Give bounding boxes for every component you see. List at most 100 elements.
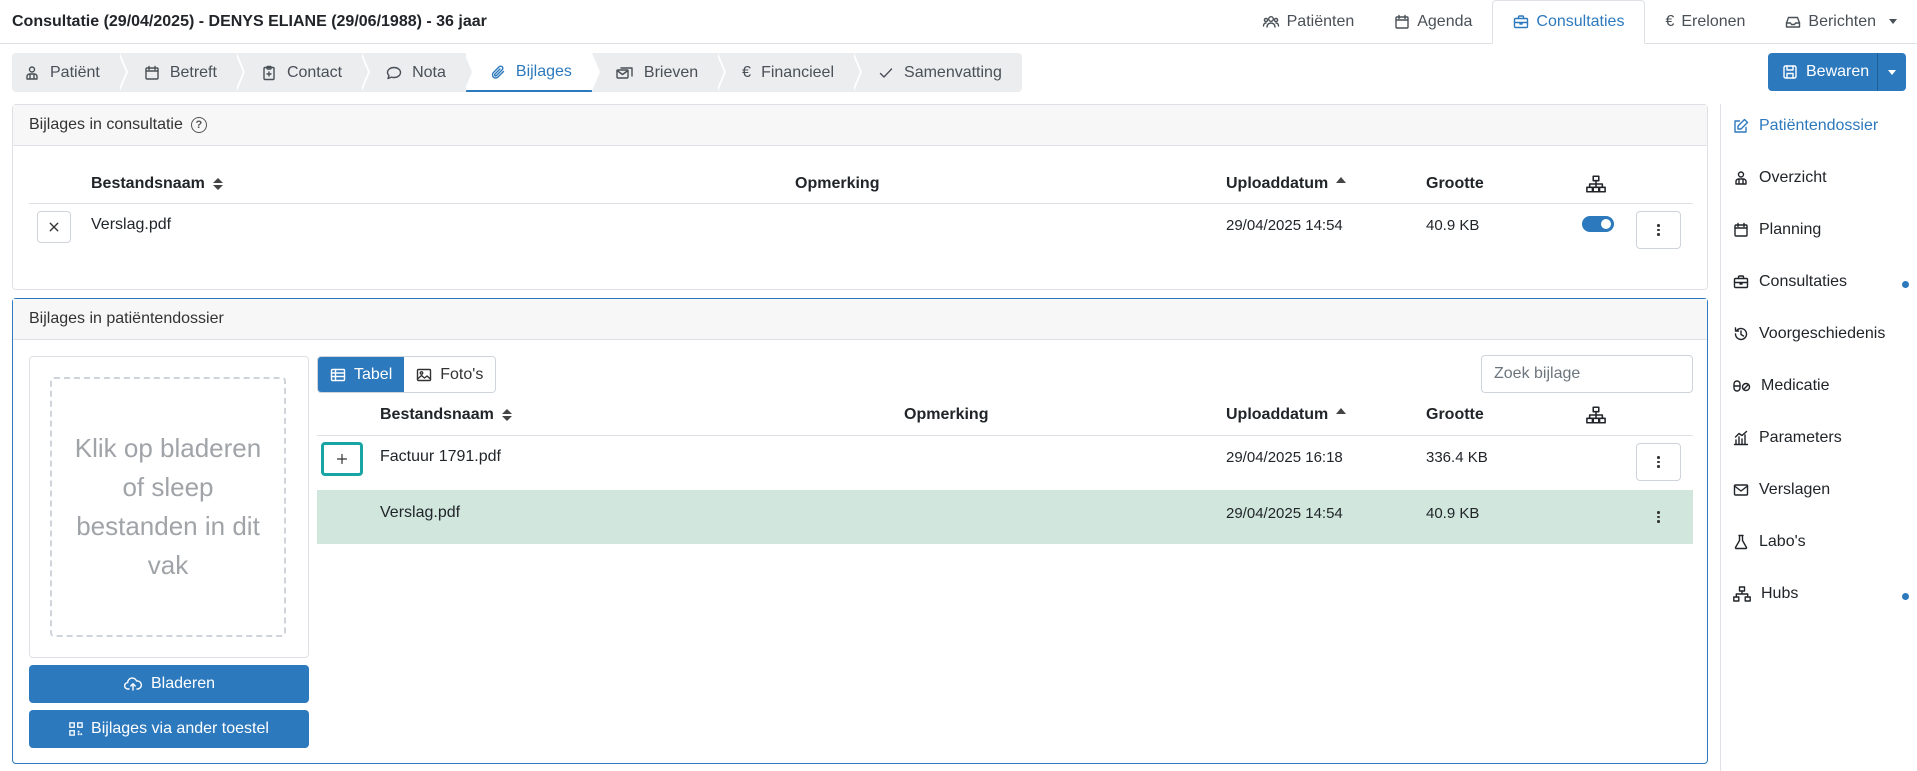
sort-icon [212,178,223,190]
browse-button[interactable]: Bladeren [29,665,309,703]
person-icon [1733,170,1749,186]
tab-bijlages[interactable]: Bijlages [465,53,600,92]
plus-icon [336,453,348,465]
nav-consultaties[interactable]: Consultaties [1492,0,1646,44]
add-to-consult-button[interactable] [321,442,363,476]
save-main[interactable]: Bewaren [1768,53,1878,91]
col-filename[interactable]: Bestandsnaam [91,175,223,193]
tab-label: Samenvatting [904,63,1002,81]
row-menu-button[interactable] [1636,211,1681,249]
sidebar-item-label: Consultaties [1759,273,1848,290]
remove-attachment-button[interactable] [37,211,71,243]
nav-berichten[interactable]: Berichten [1765,0,1917,43]
sidebar-item-label: Verslagen [1759,481,1831,498]
tab-contact[interactable]: Contact [237,53,371,92]
nav-label: Berichten [1808,12,1876,30]
col-label: Bestandsnaam [380,406,494,423]
row-menu-button[interactable] [1636,498,1681,536]
sidebar-item-overzicht[interactable]: Overzicht [1733,169,1827,187]
more-icon [1657,511,1660,523]
tab-label: Patiënt [50,63,100,81]
patient-sidebar: Patiëntendossier Overzicht Planning Cons… [1720,104,1917,771]
col-label: Opmerking [904,406,989,423]
tab-label: Bijlages [515,62,572,80]
sidebar-item-planning[interactable]: Planning [1733,221,1821,239]
network-icon [1586,406,1606,424]
sidebar-item-patientendossier[interactable]: Patiëntendossier [1733,117,1878,135]
help-icon[interactable]: ? [190,117,207,133]
col-size: Grootte [1426,406,1484,424]
view-label: Tabel [354,365,393,383]
clipboard-icon [261,65,277,81]
table-icon [330,367,346,383]
view-table-button[interactable]: Tabel [318,357,405,392]
sidebar-item-consultaties[interactable]: Consultaties [1733,273,1847,291]
tab-patient[interactable]: Patiënt [12,53,128,92]
cell-upload: 29/04/2025 14:54 [1226,217,1343,234]
drop-zone[interactable]: Klik op bladeren of sleep bestanden in d… [50,377,286,637]
col-label: Bestandsnaam [91,175,205,192]
header-divider [29,203,1693,204]
close-icon [48,221,60,233]
view-label: Foto's [440,365,484,383]
tab-nota[interactable]: Nota [362,53,474,92]
sidebar-item-label: Planning [1759,221,1822,238]
page-title: Consultatie (29/04/2025) - DENYS ELIANE … [12,13,487,30]
cell-upload: 29/04/2025 14:54 [1226,505,1343,522]
notification-dot [1902,593,1909,600]
sidebar-item-parameters[interactable]: Parameters [1733,429,1842,447]
tab-financieel[interactable]: € Financieel [718,53,862,92]
sidebar-item-hubs[interactable]: Hubs [1733,585,1798,603]
col-upload[interactable]: Uploaddatum [1226,175,1347,193]
tab-samenvatting[interactable]: Samenvatting [854,53,1022,92]
cell-size: 40.9 KB [1426,505,1480,522]
cell-filename: Verslag.pdf [380,504,461,521]
more-icon [1657,224,1660,236]
cell-filename: Verslag.pdf [91,216,172,233]
col-remark: Opmerking [795,175,879,193]
col-size: Grootte [1426,175,1484,193]
chart-icon [1733,430,1749,446]
edit-icon [1733,118,1749,134]
chat-icon [386,65,402,81]
save-dropdown-toggle[interactable] [1878,69,1906,75]
chevron-down-icon [1888,69,1896,75]
attachment-search-input[interactable] [1481,355,1693,393]
row-menu-button[interactable] [1636,443,1681,481]
sidebar-item-labos[interactable]: Labo's [1733,533,1806,551]
main-nav: Patiënten Agenda Consultaties € Erelonen… [1242,0,1917,44]
sidebar-item-medicatie[interactable]: Medicatie [1733,377,1829,395]
share-toggle[interactable] [1582,216,1614,232]
view-photos-button[interactable]: Foto's [404,357,496,392]
panel-header: Bijlages in patiëntendossier [13,299,1707,340]
inbox-icon [1785,14,1801,30]
nav-label: Patiënten [1286,12,1355,30]
tab-brieven[interactable]: Brieven [592,53,727,92]
nav-patienten[interactable]: Patiënten [1242,0,1375,43]
chevron-down-icon [1889,19,1897,24]
flask-icon [1733,534,1749,550]
sidebar-item-label: Voorgeschiedenis [1759,325,1886,342]
other-device-label: Bijlages via ander toestel [91,720,269,737]
sidebar-item-voorgeschiedenis[interactable]: Voorgeschiedenis [1733,325,1885,343]
drop-zone-text: Klik op bladeren of sleep bestanden in d… [74,433,262,580]
save-button[interactable]: Bewaren [1768,53,1906,91]
panel-header: Bijlages in consultatie ? [13,105,1707,146]
euro-icon: € [1665,12,1675,30]
col-filename[interactable]: Bestandsnaam [380,406,512,424]
consult-attachments-panel: Bijlages in consultatie ? Bestandsnaam O… [12,104,1708,290]
tab-betreft[interactable]: Betreft [120,53,246,92]
save-icon [1782,64,1798,80]
qr-code-icon [69,722,83,736]
nav-label: Agenda [1417,12,1473,30]
sidebar-item-label: Labo's [1759,533,1806,550]
col-label: Uploaddatum [1226,175,1329,192]
nav-erelonen[interactable]: € Erelonen [1645,0,1765,43]
other-device-button[interactable]: Bijlages via ander toestel [29,710,309,748]
sort-icon [501,409,512,421]
euro-icon: € [742,63,752,81]
sort-asc-icon [1336,408,1347,414]
col-upload[interactable]: Uploaddatum [1226,406,1347,424]
sidebar-item-verslagen[interactable]: Verslagen [1733,481,1830,499]
nav-agenda[interactable]: Agenda [1374,0,1492,43]
